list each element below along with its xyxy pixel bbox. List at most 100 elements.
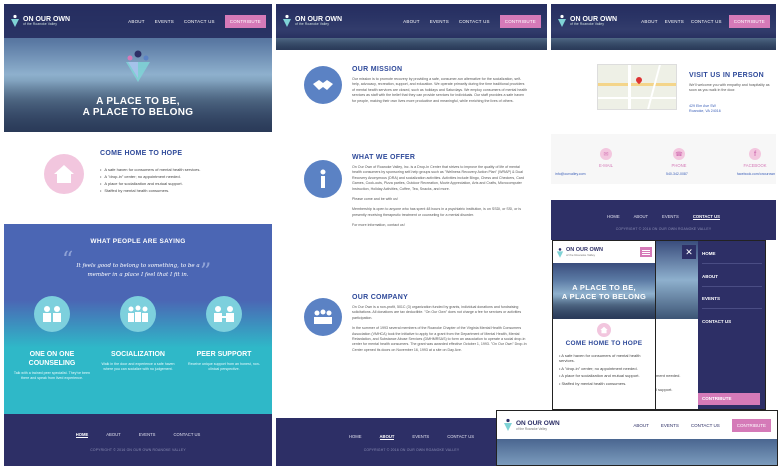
menu-item-about[interactable]: ABOUT: [702, 274, 718, 279]
brand-logo[interactable]: ON OUR OWN of the Roanoke Valley: [282, 14, 342, 28]
footer-events[interactable]: EVENTS: [662, 214, 679, 220]
logo-icon: [556, 246, 564, 258]
footer-home[interactable]: HOME: [607, 214, 620, 220]
email-icon: ✉: [600, 148, 612, 160]
counseling-icon: [34, 296, 70, 332]
facebook-icon: f: [749, 148, 761, 160]
brand-sub: of the Roanoke Valley: [295, 21, 329, 26]
list-item: • A "drop-in" center; no appointment nee…: [559, 365, 638, 371]
footer-home[interactable]: HOME: [349, 434, 362, 440]
brand-sub: of the Roanoke Valley: [23, 21, 57, 26]
nav-contact[interactable]: CONTACT US: [459, 19, 490, 24]
logo-icon: [10, 14, 20, 28]
come-home-section: COME HOME TO HOPE • A safe haven for cons…: [4, 132, 272, 224]
list-item: • A safe haven for consumers of mental h…: [559, 353, 641, 364]
company-icon: [304, 298, 342, 336]
list-item: • A safe haven for consumers of mental he…: [100, 167, 201, 172]
offer-title: WHAT WE OFFER: [352, 154, 416, 161]
menu-item-events[interactable]: EVENTS: [702, 296, 720, 301]
contact-methods: ✉ E-MAIL info@ourvalley.com ☎ PHONE 540-…: [551, 134, 776, 184]
menu-contribute-button[interactable]: CONTRIBUTE: [698, 393, 760, 405]
mobile-home-icon: [597, 323, 611, 337]
brand-sub: of the Roanoke Valley: [516, 426, 547, 431]
about-page-panel: ON OUR OWN of the Roanoke Valley ABOUT EV…: [276, 4, 547, 466]
nav-contact[interactable]: CONTACT US: [691, 423, 720, 428]
hero-heading: A PLACE TO BE, A PLACE TO BELONG: [82, 96, 194, 118]
mobile-come-title: COME HOME TO HOPE: [565, 340, 643, 347]
nav-about[interactable]: ABOUT: [641, 19, 658, 24]
mobile-home-panel: ON OUR OWN of the Roanoke Valley A PLACE …: [552, 240, 656, 410]
hamburger-icon[interactable]: [640, 247, 652, 257]
footer-copyright: COPYRIGHT © 2016 ON OUR OWN ROANOKE VALL…: [615, 227, 712, 231]
menu-drawer: ✕ HOME ABOUT EVENTS CONTACT US CONTRIBUT…: [682, 241, 765, 409]
nav-events[interactable]: EVENTS: [665, 19, 684, 24]
contribute-button[interactable]: CONTRIBUTE: [499, 14, 541, 28]
mission-text: Our mission is to promote recovery by pr…: [352, 77, 528, 103]
footer-contact[interactable]: CONTACT US: [692, 214, 720, 220]
info-icon: [304, 160, 342, 198]
nav-events[interactable]: EVENTS: [661, 423, 679, 428]
contribute-button[interactable]: CONTRIBUTE: [731, 418, 771, 432]
top-nav: ON OUR OWN of the Roanoke Valley ABOUT EV…: [4, 4, 272, 38]
footer-copyright: COPYRIGHT © 2016 ON OUR OWN ROANOKE VALL…: [90, 448, 186, 452]
nav-about[interactable]: ABOUT: [633, 423, 649, 428]
top-nav: ON OUR OWN of the Roanoke Valley ABOUT EV…: [551, 4, 776, 38]
address-line-2[interactable]: Roanoke, VA 24016: [689, 109, 721, 114]
obscured-text-1: ment needed.: [656, 373, 681, 378]
obscured-content: ment needed. l support.: [656, 241, 698, 409]
footer-contact[interactable]: CONTACT US: [173, 432, 200, 438]
mission-title: OUR MISSION: [352, 66, 403, 73]
tablet-hero-strip: [497, 439, 777, 465]
contribute-button[interactable]: CONTRIBUTE: [224, 14, 266, 28]
footer-events[interactable]: EVENTS: [139, 432, 156, 438]
testimonials-section: WHAT PEOPLE ARE SAYING “ ” It feels good…: [4, 224, 272, 414]
brand-logo[interactable]: ON OUR OWN of the Roanoke Valley: [10, 14, 70, 28]
menu-item-contact[interactable]: CONTACT US: [702, 319, 731, 324]
hero-logo-mark: [122, 48, 154, 84]
email-link[interactable]: info@ourvalley.com: [555, 172, 586, 176]
list-item: • A "drop-in" center; no appointment need…: [100, 174, 181, 179]
footer-home[interactable]: HOME: [75, 432, 89, 438]
nav-about[interactable]: ABOUT: [128, 19, 145, 24]
mobile-hero-heading: A PLACE TO BE, A PLACE TO BELONG: [561, 283, 647, 301]
location-map[interactable]: [597, 64, 677, 110]
brand-sub: of the Roanoke Valley: [570, 21, 604, 26]
close-icon[interactable]: ✕: [682, 245, 696, 259]
home-page-panel: A PLACE TO BE, A PLACE TO BELONG ON OUR O…: [4, 4, 272, 466]
footer-events[interactable]: EVENTS: [412, 434, 429, 440]
mobile-hero: A PLACE TO BE, A PLACE TO BELONG: [553, 263, 655, 319]
feature-counseling: ONE ON ONE COUNSELING Talk with a trained…: [12, 296, 92, 381]
tablet-header-panel: ON OUR OWN of the Roanoke Valley ABOUT EV…: [496, 410, 778, 466]
obscured-text-2: l support.: [656, 387, 673, 392]
tablet-nav: ON OUR OWN of the Roanoke Valley ABOUT EV…: [497, 411, 777, 439]
facebook-label: FACEBOOK: [743, 163, 767, 168]
visit-text: We'll welcome you with empathy and hospi…: [689, 83, 770, 93]
contribute-button[interactable]: CONTRIBUTE: [728, 14, 770, 28]
brand-logo[interactable]: ON OUR OWN of the Roanoke Valley: [557, 14, 617, 28]
offer-text-2: Please come and be with us!: [352, 197, 398, 202]
footer-about[interactable]: ABOUT: [634, 214, 648, 220]
nav-events[interactable]: EVENTS: [155, 19, 174, 24]
footer-about[interactable]: ABOUT: [379, 434, 395, 440]
come-home-title: COME HOME TO HOPE: [100, 150, 183, 157]
phone-link[interactable]: 540-342-0087: [666, 172, 688, 176]
logo-icon: [282, 14, 292, 28]
contact-footer: HOME ABOUT EVENTS CONTACT US COPYRIGHT ©…: [551, 200, 776, 240]
footer-contact[interactable]: CONTACT US: [447, 434, 474, 440]
nav-about[interactable]: ABOUT: [403, 19, 420, 24]
menu-item-home[interactable]: HOME: [702, 251, 716, 256]
feature-socialization: SOCIALIZATION Walk in the door and exper…: [98, 296, 178, 372]
testimonials-title: WHAT PEOPLE ARE SAYING: [90, 238, 186, 245]
facebook-link[interactable]: facebook.com/onourown: [737, 172, 775, 176]
brand-name: ON OUR OWN: [516, 419, 560, 427]
top-nav: ON OUR OWN of the Roanoke Valley ABOUT EV…: [276, 4, 547, 38]
visit-title: VISIT US IN PERSON: [689, 72, 765, 79]
mobile-menu-panel: ment needed. l support. ✕ HOME ABOUT EVE…: [655, 240, 766, 410]
offer-text-4: For more information, contact us!: [352, 223, 405, 228]
logo-icon: [503, 418, 513, 432]
list-item: • A place for socialization and mutual s…: [559, 373, 640, 379]
nav-contact[interactable]: CONTACT US: [184, 19, 215, 24]
nav-contact[interactable]: CONTACT US: [691, 19, 722, 24]
nav-events[interactable]: EVENTS: [430, 19, 449, 24]
footer-about[interactable]: ABOUT: [106, 432, 120, 438]
